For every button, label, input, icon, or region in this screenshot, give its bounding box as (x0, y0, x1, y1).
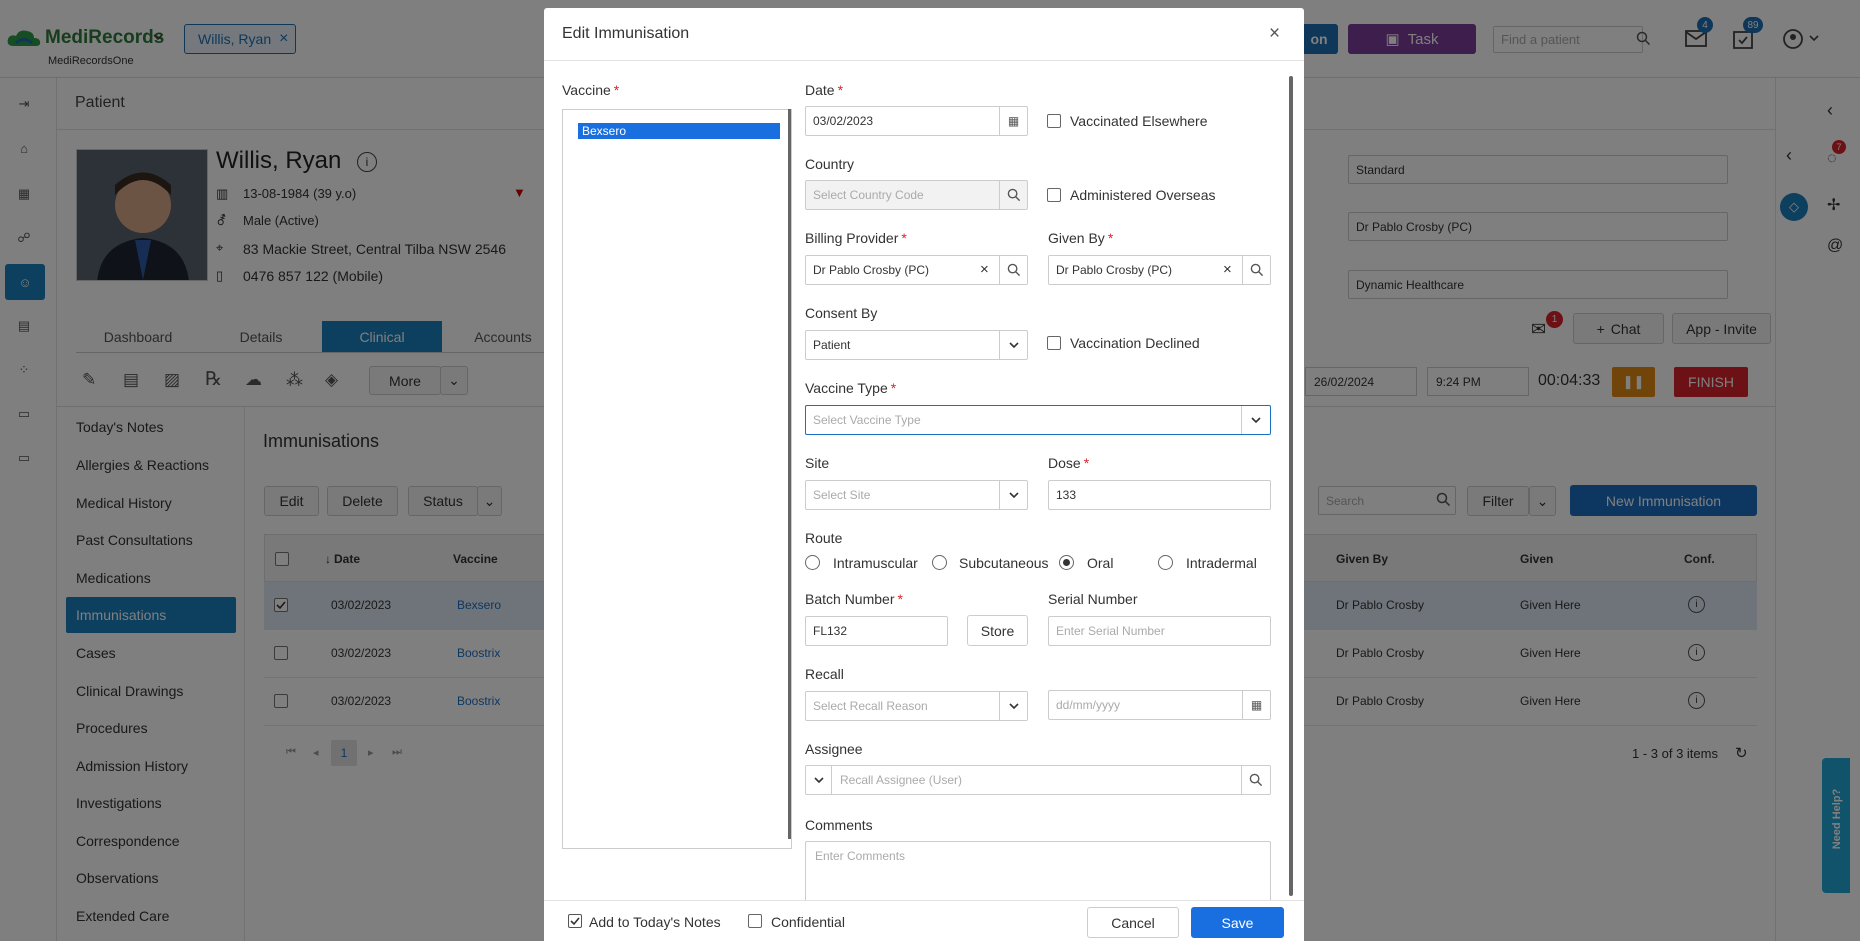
route-intramuscular-label: Intramuscular (833, 555, 918, 571)
route-label: Route (805, 530, 843, 546)
chevron-down-icon[interactable] (999, 692, 1027, 720)
vaccine-type-select[interactable]: Select Vaccine Type (805, 405, 1271, 435)
consent-by-label: Consent By (805, 305, 878, 321)
administered-overseas-label: Administered Overseas (1070, 187, 1216, 203)
confidential-label: Confidential (771, 914, 845, 930)
consent-by-value: Patient (813, 338, 851, 352)
given-by-label: Given By * (1048, 230, 1114, 246)
route-subcutaneous-label: Subcutaneous (959, 555, 1049, 571)
serial-placeholder: Enter Serial Number (1056, 624, 1165, 638)
vaccinated-elsewhere-label: Vaccinated Elsewhere (1070, 113, 1208, 129)
clear-icon[interactable]: × (1223, 261, 1232, 278)
route-oral-label: Oral (1087, 555, 1114, 571)
billing-provider-label: Billing Provider * (805, 230, 907, 246)
billing-label-text: Billing Provider (805, 230, 899, 246)
assignee-input[interactable]: Recall Assignee (User) (805, 765, 1271, 795)
site-placeholder: Select Site (813, 488, 871, 502)
cancel-button[interactable]: Cancel (1087, 907, 1179, 938)
vaccine-type-placeholder: Select Vaccine Type (813, 413, 921, 427)
date-input[interactable]: 03/02/2023 ▦ (805, 106, 1028, 136)
country-input: Select Country Code (805, 180, 1028, 210)
save-button[interactable]: Save (1191, 907, 1284, 938)
route-oral-radio[interactable] (1059, 555, 1074, 570)
vaccination-declined-checkbox[interactable] (1047, 336, 1061, 350)
date-value: 03/02/2023 (813, 114, 874, 128)
chevron-down-icon[interactable] (806, 766, 832, 794)
site-select[interactable]: Select Site (805, 480, 1028, 510)
administered-overseas-checkbox[interactable] (1047, 188, 1061, 202)
batch-number-label: Batch Number * (805, 591, 903, 607)
recall-placeholder: Select Recall Reason (813, 699, 928, 713)
add-to-notes-label: Add to Today's Notes (589, 914, 721, 930)
batch-number-input[interactable]: FL132 (805, 616, 948, 646)
search-icon[interactable] (1241, 766, 1269, 794)
dose-input[interactable]: 133 (1048, 480, 1271, 510)
assignee-label: Assignee (805, 741, 863, 757)
chevron-down-icon[interactable] (999, 331, 1027, 359)
vaccine-label: Vaccine * (562, 82, 620, 98)
given-by-label-text: Given By (1048, 230, 1105, 246)
consent-by-select[interactable]: Patient (805, 330, 1028, 360)
dose-label: Dose * (1048, 455, 1090, 471)
comments-label: Comments (805, 817, 873, 833)
modal-footer: Add to Today's Notes Confidential Cancel… (544, 900, 1304, 941)
billing-provider-input[interactable]: Dr Pablo Crosby (PC) × (805, 255, 1028, 285)
route-subcutaneous-radio[interactable] (932, 555, 947, 570)
modal-header: Edit Immunisation × (544, 8, 1304, 61)
vaccine-type-label: Vaccine Type * (805, 380, 897, 396)
search-icon (999, 181, 1027, 209)
site-label: Site (805, 455, 830, 471)
date-label-text: Date (805, 82, 835, 98)
country-placeholder: Select Country Code (813, 188, 924, 202)
billing-provider-value: Dr Pablo Crosby (PC) (813, 263, 930, 277)
search-icon[interactable] (1242, 256, 1270, 284)
chevron-down-icon[interactable] (1241, 406, 1269, 434)
edit-immunisation-modal: Edit Immunisation × Vaccine * Bexsero Dat… (544, 8, 1304, 941)
comments-placeholder: Enter Comments (815, 849, 906, 863)
modal-title: Edit Immunisation (562, 25, 690, 42)
vaccine-label-text: Vaccine (562, 82, 611, 98)
given-by-value: Dr Pablo Crosby (PC) (1056, 263, 1173, 277)
chevron-down-icon[interactable] (999, 481, 1027, 509)
vaccinated-elsewhere-checkbox[interactable] (1047, 114, 1061, 128)
calendar-icon[interactable]: ▦ (1242, 691, 1270, 719)
form-scrollbar[interactable] (1289, 76, 1293, 896)
recall-date-placeholder: dd/mm/yyyy (1056, 698, 1121, 712)
date-label: Date * (805, 82, 844, 98)
given-by-input[interactable]: Dr Pablo Crosby (PC) × (1048, 255, 1271, 285)
calendar-icon[interactable]: ▦ (999, 107, 1027, 135)
vaccination-declined-label: Vaccination Declined (1070, 335, 1200, 351)
list-scrollbar[interactable] (788, 109, 791, 839)
clear-icon[interactable]: × (980, 261, 989, 278)
add-to-notes-checkbox[interactable] (568, 914, 582, 928)
confidential-checkbox[interactable] (748, 914, 762, 928)
serial-number-label: Serial Number (1048, 591, 1138, 607)
recall-reason-select[interactable]: Select Recall Reason (805, 691, 1028, 721)
vaccine-type-label-text: Vaccine Type (805, 380, 888, 396)
assignee-placeholder: Recall Assignee (User) (840, 773, 963, 787)
recall-label: Recall (805, 666, 844, 682)
vaccine-list-item[interactable]: Bexsero (578, 123, 780, 139)
route-intramuscular-radio[interactable] (805, 555, 820, 570)
store-button[interactable]: Store (967, 615, 1028, 646)
route-intradermal-radio[interactable] (1158, 555, 1173, 570)
country-label: Country (805, 156, 855, 172)
dose-label-text: Dose (1048, 455, 1081, 471)
comments-textarea[interactable]: Enter Comments (805, 841, 1271, 903)
search-icon[interactable] (999, 256, 1027, 284)
vaccine-list[interactable]: Bexsero (562, 109, 792, 849)
close-icon[interactable]: × (1269, 23, 1280, 45)
route-intradermal-label: Intradermal (1186, 555, 1257, 571)
recall-date-input[interactable]: dd/mm/yyyy ▦ (1048, 690, 1271, 720)
serial-number-input[interactable]: Enter Serial Number (1048, 616, 1271, 646)
batch-label-text: Batch Number (805, 591, 895, 607)
